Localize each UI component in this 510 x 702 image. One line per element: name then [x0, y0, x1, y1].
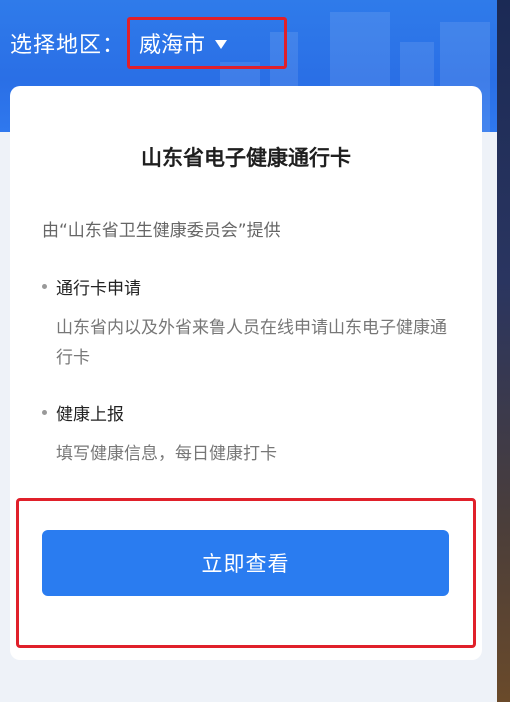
health-pass-card: 山东省电子健康通行卡 由“山东省卫生健康委员会”提供 通行卡申请 山东省内以及外…: [10, 86, 482, 660]
feature-description: 山东省内以及外省来鲁人员在线申请山东电子健康通行卡: [56, 318, 447, 368]
feature-description: 填写健康信息，每日健康打卡: [56, 444, 277, 464]
bullet-dot-icon: [42, 410, 47, 415]
feature-item-report: 健康上报 填写健康信息，每日健康打卡: [42, 400, 462, 469]
region-dropdown[interactable]: 威海市: [127, 17, 287, 69]
feature-heading: 健康上报: [56, 405, 124, 425]
caret-down-icon: [215, 39, 228, 49]
card-title: 山东省电子健康通行卡: [141, 146, 351, 170]
region-selector-row: 选择地区：: [10, 26, 125, 60]
selected-region: 威海市: [139, 33, 206, 58]
bullet-dot-icon: [42, 284, 47, 289]
region-label: 选择地区：: [10, 33, 126, 58]
feature-item-apply: 通行卡申请 山东省内以及外省来鲁人员在线申请山东电子健康通行卡: [42, 274, 462, 373]
right-edge-strip: [497, 0, 510, 702]
view-now-button[interactable]: 立即查看: [42, 530, 449, 596]
provider-text: 由“山东省卫生健康委员会”提供: [42, 221, 281, 241]
feature-heading: 通行卡申请: [56, 279, 141, 299]
